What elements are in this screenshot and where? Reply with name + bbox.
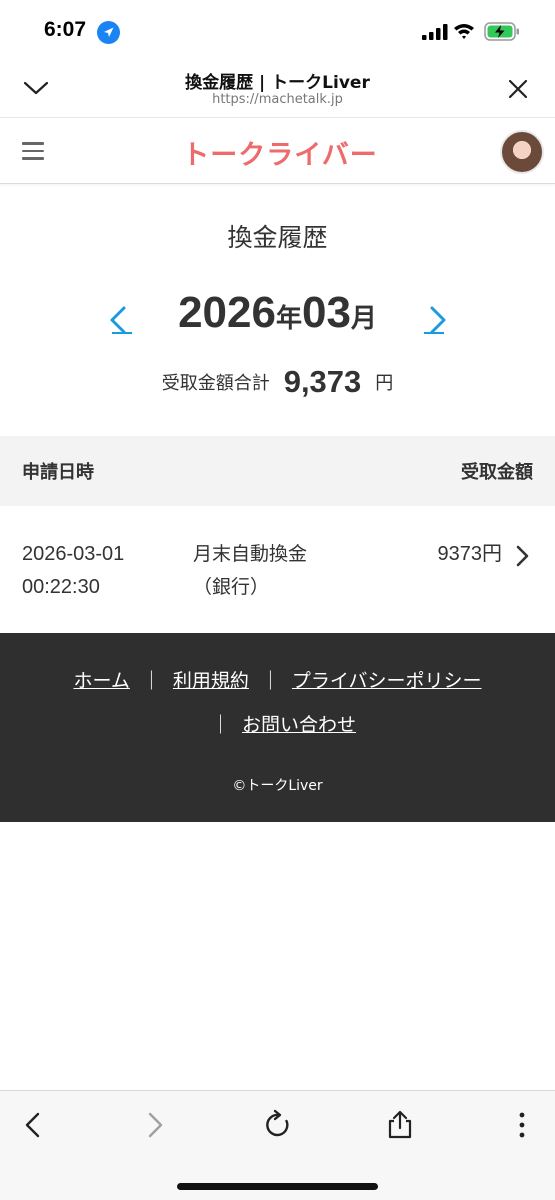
reload-icon[interactable] [262, 1109, 294, 1141]
browser-top-bar: 換金履歴 | トークLiver https://machetalk.jp [0, 62, 555, 118]
status-time: 6:07 [44, 18, 87, 41]
signal-icon [422, 24, 448, 40]
month-year: 2026 [178, 288, 276, 337]
footer-link-terms[interactable]: 利用規約 [173, 670, 249, 692]
footer-separator: ｜ [141, 670, 161, 692]
column-header-amount: 受取金額 [461, 462, 533, 483]
status-bar: 6:07 [0, 0, 555, 62]
table-row[interactable]: 2026-03-01 00:22:30 月末自動換金 （銀行） 9373円 [0, 506, 555, 634]
next-month-icon[interactable] [422, 304, 452, 336]
total-unit: 円 [375, 373, 394, 394]
row-type-line1: 月末自動換金 [193, 543, 308, 565]
battery-charging-icon [484, 22, 519, 41]
page-title: 換金履歴 [227, 223, 328, 252]
footer-link-contact[interactable]: お問い合わせ [242, 714, 356, 736]
hamburger-menu-icon[interactable] [22, 142, 44, 160]
site-footer: ホーム ｜ 利用規約 ｜ プライバシーポリシー ｜ お問い合わせ ©トークLiver [0, 633, 555, 822]
total-label: 受取金額合計 [161, 373, 270, 394]
site-header: トークライバー [0, 118, 555, 184]
row-date: 2026-03-01 [22, 543, 125, 565]
location-arrow-icon [97, 21, 120, 44]
footer-links-row-1: ホーム ｜ 利用規約 ｜ プライバシーポリシー [0, 666, 555, 693]
row-type-line2: （銀行） [193, 576, 270, 598]
browser-url[interactable]: https://machetalk.jp [100, 92, 455, 107]
back-icon[interactable] [18, 1109, 50, 1141]
chevron-right-icon[interactable] [514, 544, 530, 568]
browser-page-title: 換金履歴 | トークLiver [185, 73, 370, 93]
footer-links-row-2: ｜ お問い合わせ [0, 710, 555, 737]
home-indicator [177, 1183, 378, 1190]
close-icon[interactable] [506, 77, 530, 101]
site-logo[interactable]: トークライバー [160, 133, 400, 172]
footer-separator: ｜ [260, 670, 280, 692]
footer-link-home[interactable]: ホーム [73, 670, 129, 692]
column-header-date: 申請日時 [22, 462, 94, 483]
total-amount: 9,373 [283, 364, 362, 399]
browser-bottom-toolbar [0, 1090, 555, 1200]
wifi-icon [454, 24, 474, 39]
row-type: 月末自動換金 （銀行） [193, 538, 307, 604]
footer-link-privacy[interactable]: プライバシーポリシー [292, 670, 482, 692]
table-header: 申請日時 受取金額 [0, 436, 555, 506]
month-number: 03 [301, 288, 351, 337]
avatar[interactable] [500, 130, 544, 174]
row-datetime: 2026-03-01 00:22:30 [22, 538, 124, 604]
month-year-unit: 年 [275, 304, 302, 334]
month-display: 2026年03月 [140, 288, 415, 338]
more-icon[interactable] [506, 1109, 538, 1141]
row-time: 00:22:30 [22, 576, 100, 598]
share-icon[interactable] [384, 1109, 416, 1141]
row-amount: 9373円 [437, 543, 503, 565]
chevron-down-icon[interactable] [22, 78, 50, 98]
prev-month-icon[interactable] [104, 304, 134, 336]
footer-separator: ｜ [210, 714, 230, 736]
total-received: 受取金額合計 9,373 円 [0, 364, 555, 400]
footer-copyright: ©トークLiver [232, 778, 323, 794]
month-unit: 月 [350, 304, 377, 334]
forward-icon[interactable] [138, 1109, 170, 1141]
